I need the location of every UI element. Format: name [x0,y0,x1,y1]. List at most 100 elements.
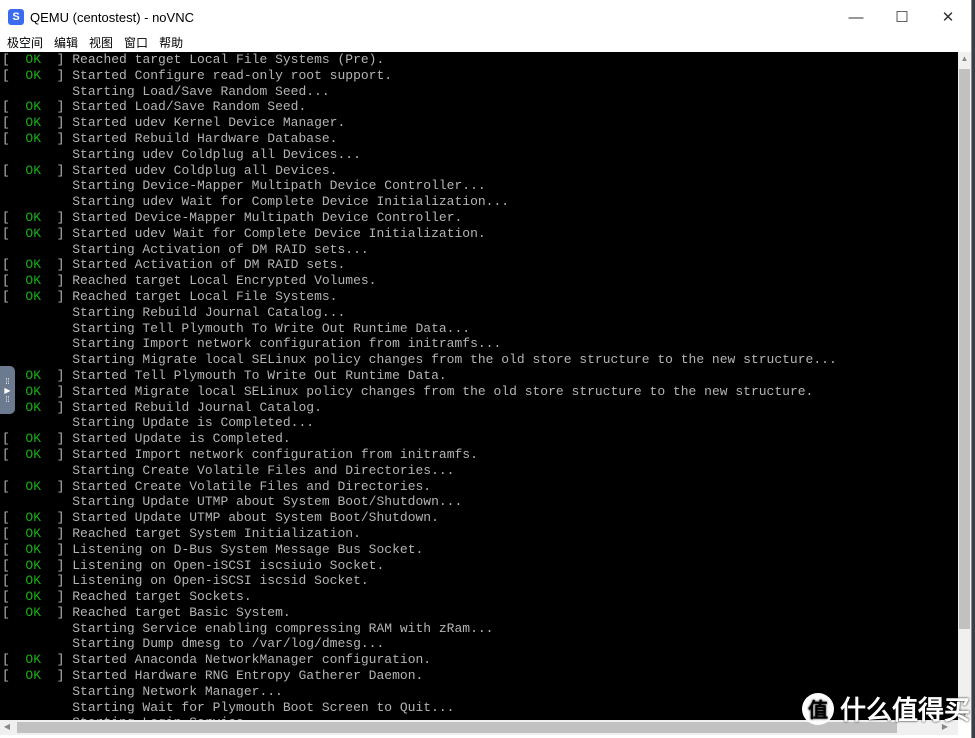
ok-status: OK [25,446,42,462]
console-line-text: Starting Wait for Plymouth Boot Screen t… [72,699,455,715]
ok-status: OK [25,604,42,620]
console-line-text: Started Update is Completed. [72,431,291,447]
scroll-left-arrow-icon[interactable]: ◀ [2,722,12,731]
menu-item-help[interactable]: 帮助 [159,34,183,52]
minimize-button[interactable]: — [833,0,879,34]
close-button[interactable]: ✕ [925,0,971,34]
console-line: [ OK ] Started Configure read-only root … [2,67,393,83]
console-line-text: Starting Load/Save Random Seed... [72,83,330,99]
console-line-text: Started Device-Mapper Multipath Device C… [72,209,463,225]
console-line: Starting Device-Mapper Multipath Device … [2,178,837,194]
console-line: [ OK ] Started Hardware RNG Entropy Gath… [2,668,424,684]
novnc-window: S QEMU (centostest) - noVNC — ☐ ✕ 极空间 编辑… [0,0,972,738]
horizontal-scroll-thumb[interactable] [17,722,897,733]
console-line: [ OK ] Reached target Local File Systems… [2,288,338,304]
maximize-button[interactable]: ☐ [879,0,925,34]
vnc-console[interactable]: [ OK ] Reached target Local File Systems… [0,52,958,720]
ok-status: OK [25,288,42,304]
menu-item-window[interactable]: 窗口 [124,34,148,52]
console-line-text: Started Migrate local SELinux policy cha… [72,383,814,399]
ok-status: OK [25,399,42,415]
console-line-text: Starting Tell Plymouth To Write Out Runt… [72,320,471,336]
console-line: Starting Import network configuration fr… [2,336,837,352]
watermark-logo: 值 [802,692,834,725]
console-line-text: Starting udev Wait for Complete Device I… [72,194,510,210]
console-line: Starting Wait for Plymouth Boot Screen t… [2,700,837,716]
ok-status: OK [25,130,42,146]
drag-dots-icon: ⁞⁞ [5,376,10,386]
ok-status: OK [25,668,42,684]
console-line: [ OK ] Reached target Local Encrypted Vo… [2,273,377,289]
console-line-text: Started Import network configuration fro… [72,446,478,462]
console-line: [ OK ] Listening on Open-iSCSI iscsiuio … [2,557,385,573]
console-line-text: Starting Update is Completed... [72,415,315,431]
ok-status: OK [25,99,42,115]
console-line-text: Starting Update UTMP about System Boot/S… [72,494,463,510]
menu-item-view[interactable]: 视图 [89,34,113,52]
console-line-text: Starting Create Volatile Files and Direc… [72,462,455,478]
console-line: [ OK ] Started udev Wait for Complete De… [2,225,486,241]
console-line: [ OK ] Started Load/Save Random Seed. [2,99,307,115]
console-line-text: Started Load/Save Random Seed. [72,99,307,115]
console-line: Starting Migrate local SELinux policy ch… [2,352,837,368]
console-line: [ OK ] Listening on Open-iSCSI iscsid So… [2,573,369,589]
console-line: [ OK ] Reached target Sockets. [2,589,252,605]
console-line-text: Starting Dump dmesg to /var/log/dmesg... [72,636,385,652]
watermark-text: 什么值得买 [840,695,971,725]
console-line: Starting Activation of DM RAID sets... [2,242,837,258]
novnc-logo-icon: S [8,9,24,25]
ok-status: OK [25,115,42,131]
console-line: Starting Update UTMP about System Boot/S… [2,494,837,510]
console-line: [ OK ] Started Anaconda NetworkManager c… [2,652,432,668]
console-line-text: Reached target Local File Systems. [72,288,338,304]
console-line: [ OK ] Started Device-Mapper Multipath D… [2,209,463,225]
console-line-text: Starting Network Manager... [72,683,283,699]
vertical-scroll-thumb[interactable] [959,69,970,629]
expand-arrow-icon: ▶ [4,385,11,395]
watermark: 值 什么值得买 [802,690,970,727]
console-line-text: Started Rebuild Hardware Database. [72,130,338,146]
console-line: [ OK ] Started udev Coldplug all Devices… [2,162,338,178]
console-line: [ OK ] Started Migrate local SELinux pol… [2,383,814,399]
ok-status: OK [25,510,42,526]
console-line-text: Started Update UTMP about System Boot/Sh… [72,510,439,526]
console-line: Starting udev Wait for Complete Device I… [2,194,837,210]
vertical-scrollbar[interactable]: ▲ ▼ [958,52,971,720]
ok-status: OK [25,478,42,494]
ok-status: OK [25,257,42,273]
console-line-text: Starting Import network configuration fr… [72,336,502,352]
ok-status: OK [25,541,42,557]
ok-status: OK [25,162,42,178]
ok-status: OK [25,652,42,668]
console-line-text: Starting Activation of DM RAID sets... [72,241,369,257]
console-line: Starting Create Volatile Files and Direc… [2,463,837,479]
console-line-text: Started Tell Plymouth To Write Out Runti… [72,367,447,383]
console-line: [ OK ] Started Rebuild Hardware Database… [2,130,338,146]
console-line: [ OK ] Listening on D-Bus System Message… [2,541,424,557]
console-line: Starting Tell Plymouth To Write Out Runt… [2,321,837,337]
console-line-text: Listening on D-Bus System Message Bus So… [72,541,424,557]
menu-item-edit[interactable]: 编辑 [54,34,78,52]
console-line: [ OK ] Reached target Local File Systems… [2,52,385,67]
console-line-text: Reached target Sockets. [72,589,252,605]
console-line-text: Started Activation of DM RAID sets. [72,257,346,273]
console-line: Starting Network Manager... [2,684,837,700]
console-line: Starting udev Coldplug all Devices... [2,147,837,163]
console-line-text: Reached target Basic System. [72,604,291,620]
console-line: [ OK ] Reached target System Initializat… [2,525,361,541]
console-line-text: Reached target System Initialization. [72,525,361,541]
menu-item-space[interactable]: 极空间 [7,34,43,52]
novnc-control-bar-handle[interactable]: ⁞⁞ ▶ ⁞⁞ [0,366,15,414]
ok-status: OK [25,573,42,589]
title-bar[interactable]: S QEMU (centostest) - noVNC — ☐ ✕ [0,0,971,34]
console-line: [ OK ] Started Activation of DM RAID set… [2,257,346,273]
console-line-text: Started Hardware RNG Entropy Gatherer Da… [72,668,424,684]
window-title: QEMU (centostest) - noVNC [30,9,194,25]
console-line-text: Started Anaconda NetworkManager configur… [72,652,432,668]
console-line: Starting Service enabling compressing RA… [2,621,837,637]
scroll-up-arrow-icon[interactable]: ▲ [958,54,971,63]
console-line: [ OK ] Started Create Volatile Files and… [2,478,432,494]
console-line: [ OK ] Reached target Basic System. [2,604,291,620]
ok-status: OK [25,209,42,225]
console-line-text: Starting udev Coldplug all Devices... [72,146,361,162]
